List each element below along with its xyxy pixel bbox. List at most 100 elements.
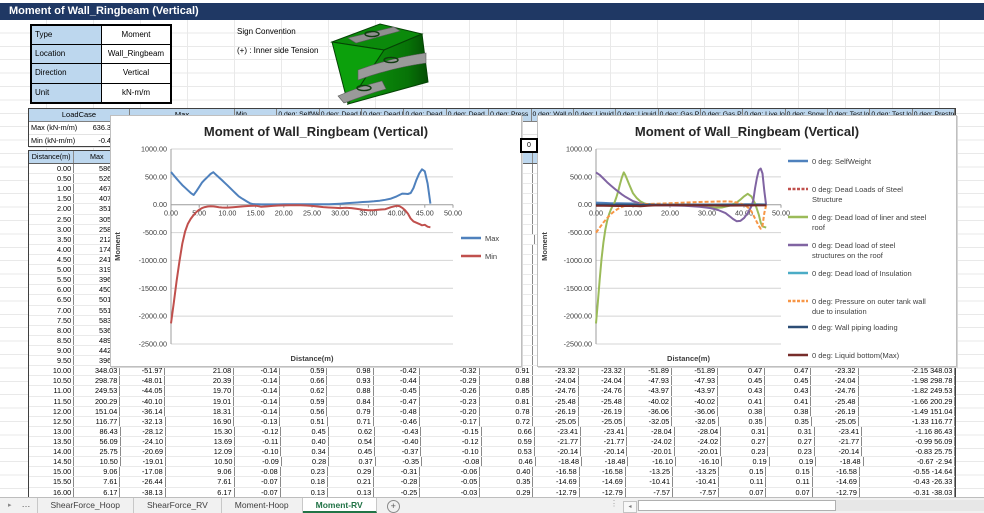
table-cell[interactable]: 7.61 xyxy=(166,477,235,486)
table-cell[interactable]: 0.41 xyxy=(765,397,811,406)
table-row[interactable]: 11.00 249.53 -44.05 19.70 -0.14 0.62 0.8… xyxy=(29,386,955,396)
table-cell[interactable]: 20.39 xyxy=(165,376,234,385)
sheet-nav-more-icon[interactable]: … xyxy=(16,498,38,513)
table-cell[interactable]: 7.00 xyxy=(29,306,74,315)
table-cell[interactable]: -40.02 xyxy=(672,397,718,406)
table-cell[interactable]: -7.57 xyxy=(673,488,719,497)
table-cell[interactable]: 9.06 xyxy=(166,467,235,476)
info-label-cell[interactable]: Location xyxy=(32,45,102,63)
table-cell[interactable]: -36.14 xyxy=(120,407,165,416)
table-cell[interactable]: 0.23 xyxy=(281,467,328,476)
table-cell[interactable]: -0.31 xyxy=(374,467,420,476)
table-cell[interactable]: 1.00 xyxy=(29,184,74,193)
table-cell[interactable]: -1.66 xyxy=(859,397,931,406)
table-cell[interactable]: 0.13 xyxy=(328,488,374,497)
table-row[interactable]: 10.50 298.78 -48.01 20.39 -0.14 0.66 0.9… xyxy=(29,376,955,386)
table-cell[interactable]: 86.43 xyxy=(74,427,120,436)
table-cell[interactable]: 13.50 xyxy=(29,437,74,446)
table-cell[interactable]: 15.30 xyxy=(166,427,235,436)
table-cell[interactable]: -10.41 xyxy=(626,477,673,486)
table-cell[interactable]: -0.40 xyxy=(375,437,421,446)
table-cell[interactable]: 7.61 xyxy=(74,477,120,486)
info-label-cell[interactable]: Unit xyxy=(32,84,102,102)
table-cell[interactable]: 86.43 xyxy=(934,427,955,436)
table-cell[interactable]: -47.93 xyxy=(672,376,718,385)
table-cell[interactable]: -28.04 xyxy=(627,427,674,436)
table-cell[interactable]: -1.98 xyxy=(859,376,931,385)
table-cell[interactable]: -13.25 xyxy=(673,467,719,476)
table-cell[interactable]: -0.45 xyxy=(374,386,420,395)
table-cell[interactable]: 0.15 xyxy=(719,467,766,476)
table-cell[interactable]: -1.49 xyxy=(859,407,931,416)
table-cell[interactable]: -12.79 xyxy=(533,488,579,497)
table-cell[interactable]: 249.53 xyxy=(930,386,955,395)
table-cell[interactable]: -32.05 xyxy=(672,417,718,426)
table-cell[interactable]: -24.76 xyxy=(579,386,625,395)
table-cell[interactable]: -20.14 xyxy=(815,447,862,456)
table-cell[interactable]: 3.50 xyxy=(29,235,74,244)
table-cell[interactable]: 0.35 xyxy=(766,417,812,426)
table-cell[interactable]: 56.09 xyxy=(74,437,120,446)
table-cell[interactable]: -0.08 xyxy=(422,457,482,466)
info-label-cell[interactable]: Direction xyxy=(32,64,102,82)
table-cell[interactable]: 0.85 xyxy=(480,386,533,395)
table-cell[interactable]: 13.00 xyxy=(29,427,74,436)
table-cell[interactable]: -26.33 xyxy=(932,477,955,486)
table-cell[interactable]: -0.44 xyxy=(374,376,420,385)
table-cell[interactable]: 0.78 xyxy=(480,407,533,416)
table-cell[interactable]: 0.46 xyxy=(482,457,535,466)
table-cell[interactable]: 0.50 xyxy=(29,174,74,183)
table-cell[interactable]: 9.00 xyxy=(29,346,74,355)
table-cell[interactable]: -43.97 xyxy=(625,386,672,395)
table-cell[interactable]: -16.10 xyxy=(628,457,675,466)
table-cell[interactable]: -0.47 xyxy=(374,397,420,406)
table-cell[interactable]: 151.04 xyxy=(74,407,120,416)
table-cell[interactable]: 0.38 xyxy=(765,407,811,416)
table-cell[interactable]: 1.50 xyxy=(29,194,74,203)
add-sheet-icon[interactable]: + xyxy=(387,500,400,513)
table-cell[interactable]: -28.04 xyxy=(675,427,721,436)
table-cell[interactable]: -0.55 xyxy=(860,467,932,476)
table-cell[interactable]: -0.83 xyxy=(862,447,934,456)
chart-max-min[interactable]: 1000.00500.000.00-500.00-1000.00-1500.00… xyxy=(110,115,522,367)
table-cell[interactable]: 10.50 xyxy=(166,457,235,466)
table-row[interactable]: 13.00 86.43 -28.12 15.30 -0.12 0.45 0.62 xyxy=(29,427,955,437)
table-cell[interactable]: -0.28 xyxy=(374,477,420,486)
scroll-left-icon[interactable]: ◂ xyxy=(623,501,637,513)
table-cell[interactable]: 9.06 xyxy=(74,467,120,476)
table-cell[interactable]: -23.41 xyxy=(535,427,581,436)
table-cell[interactable]: -24.04 xyxy=(533,376,579,385)
table-cell[interactable]: 12.00 xyxy=(29,407,74,416)
table-cell[interactable]: 10.50 xyxy=(74,457,120,466)
table-cell[interactable]: 16.00 xyxy=(29,488,74,497)
table-cell[interactable]: -0.43 xyxy=(375,427,421,436)
table-cell[interactable]: 0.27 xyxy=(721,437,768,446)
table-cell[interactable]: -0.48 xyxy=(374,407,420,416)
table-cell[interactable]: 0.28 xyxy=(282,457,329,466)
table-cell[interactable]: -0.31 xyxy=(860,488,932,497)
table-cell[interactable]: 15.00 xyxy=(29,467,74,476)
table-cell[interactable]: 0.88 xyxy=(327,386,373,395)
table-cell[interactable]: 6.17 xyxy=(166,488,235,497)
table-cell[interactable]: 25.75 xyxy=(74,447,120,456)
table-cell[interactable]: 56.09 xyxy=(934,437,955,446)
table-cell[interactable]: 0.15 xyxy=(766,467,812,476)
table-cell[interactable]: -0.43 xyxy=(860,477,932,486)
table-cell[interactable]: 18.31 xyxy=(165,407,234,416)
table-cell[interactable]: -32.05 xyxy=(625,417,672,426)
table-cell[interactable]: -32.13 xyxy=(120,417,165,426)
table-cell[interactable]: -0.67 xyxy=(864,457,936,466)
table-cell[interactable]: 0.37 xyxy=(329,457,375,466)
table-cell[interactable]: 0.40 xyxy=(281,437,328,446)
table-cell[interactable]: 0.19 xyxy=(722,457,769,466)
table-row[interactable]: 14.00 25.75 -20.69 12.09 -0.10 0.34 0.45 xyxy=(29,447,955,457)
table-cell[interactable]: 19.70 xyxy=(165,386,234,395)
table-cell[interactable]: -0.05 xyxy=(420,477,480,486)
table-cell[interactable]: 0.40 xyxy=(480,467,533,476)
table-cell[interactable]: -25.05 xyxy=(579,417,625,426)
table-cell[interactable]: -0.17 xyxy=(420,417,480,426)
table-cell[interactable]: 14.50 xyxy=(29,457,74,466)
table-cell[interactable]: -24.04 xyxy=(579,376,625,385)
table-cell[interactable]: -0.23 xyxy=(420,397,480,406)
table-cell[interactable]: -25.48 xyxy=(533,397,579,406)
